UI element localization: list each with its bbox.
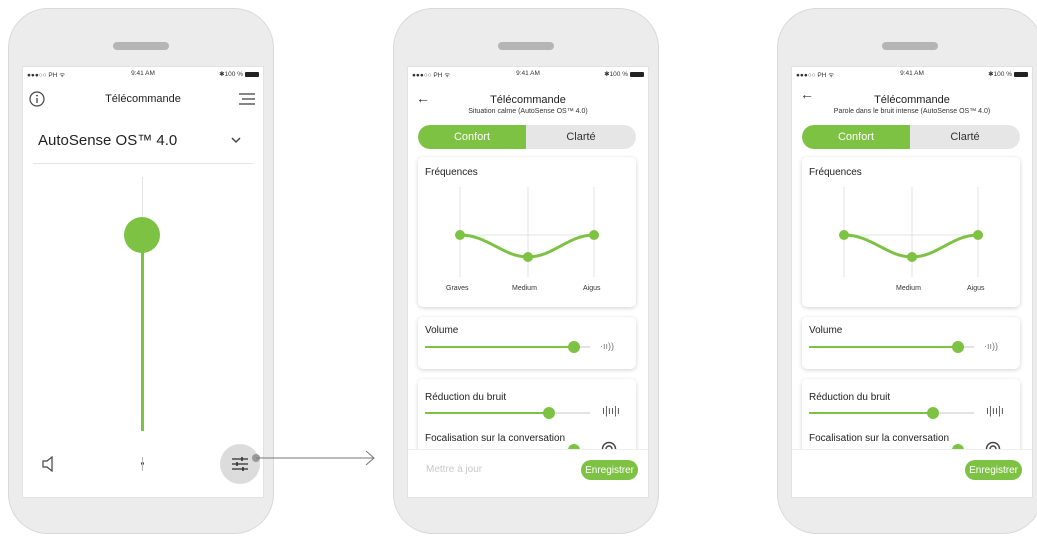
band-aigus: Aigus	[583, 285, 601, 292]
noise-icon: ı|ıı|ı	[602, 405, 620, 417]
page-subtitle: Situation calme (AutoSense OS™ 4.0)	[468, 108, 588, 115]
status-bar: ●●●○○ PH ᯤ 9:41 AM ✱100 %	[23, 70, 263, 80]
program-selector[interactable]: AutoSense OS™ 4.0	[33, 127, 253, 164]
save-button[interactable]: Enregistrer	[965, 460, 1022, 480]
screen: ●●●○○ PH ᯤ 9:41 AM ✱100 % ← Télécommande…	[791, 66, 1033, 498]
noise-slider[interactable]	[809, 407, 974, 419]
volume-label: Volume	[809, 325, 843, 336]
tab-clarte[interactable]: Clarté	[910, 125, 1020, 149]
phone-speaker	[498, 42, 554, 50]
save-button[interactable]: Enregistrer	[581, 460, 638, 480]
battery-icon	[245, 71, 259, 77]
battery-text: ✱100 %	[604, 71, 628, 78]
noise-label: Réduction du bruit	[809, 392, 891, 403]
focus-label: Focalisation sur la conversation	[425, 433, 566, 444]
flow-arrow	[252, 450, 375, 466]
battery-status: ✱100 %	[604, 70, 644, 78]
volume-card: Volume ·ıı))	[418, 317, 636, 369]
bottom-bar: Enregistrer	[792, 449, 1032, 497]
frequency-card: Fréquences Medium Aigus	[802, 157, 1020, 307]
volume-slider[interactable]	[425, 341, 590, 353]
chevron-down-icon	[231, 137, 241, 144]
nav-bar: ← Télécommande Situation calme (AutoSens…	[408, 85, 648, 115]
band-aigus: Aigus	[967, 285, 985, 292]
noise-card: Réduction du bruit ı|ıı|ı Focalisation s…	[418, 379, 636, 459]
phone-speaker	[113, 42, 169, 50]
volume-slider-knob[interactable]	[951, 341, 964, 353]
battery-status: ✱100 %	[219, 70, 259, 78]
volume-track[interactable]	[141, 239, 144, 431]
loudness-icon: ·ıı))	[984, 341, 998, 351]
band-medium: Medium	[896, 285, 921, 292]
tab-clarte[interactable]: Clarté	[526, 125, 636, 149]
volume-knob[interactable]	[124, 217, 160, 253]
mode-toggle: Confort Clarté	[802, 125, 1020, 149]
noise-card: Réduction du bruit ı|ıı|ı Focalisation s…	[802, 379, 1020, 459]
battery-status: ✱100 %	[988, 70, 1028, 78]
volume-label: Volume	[425, 325, 459, 336]
battery-icon	[630, 71, 644, 77]
screen: ●●●○○ PH ᯤ 9:41 AM ✱100 % Télécommande A…	[22, 66, 264, 498]
page-title: Télécommande	[105, 93, 181, 105]
phone-remote-control: ●●●○○ PH ᯤ 9:41 AM ✱100 % Télécommande A…	[8, 8, 274, 534]
phone-speaker	[882, 42, 938, 50]
bottom-bar: Mettre à jour Enregistrer	[408, 449, 648, 497]
tab-confort[interactable]: Confort	[802, 125, 910, 149]
nav-bar: ← Télécommande Parole dans le bruit inte…	[792, 85, 1032, 115]
phone-adjust-quiet: ●●●○○ PH ᯤ 9:41 AM ✱100 % ← Télécommande…	[393, 8, 659, 534]
noise-slider-knob[interactable]	[542, 407, 555, 419]
volume-card: Volume ·ıı))	[802, 317, 1020, 369]
frequency-card: Fréquences Graves Medium Aigus	[418, 157, 636, 307]
volume-slider[interactable]	[809, 341, 974, 353]
tab-confort[interactable]: Confort	[418, 125, 526, 149]
speaker-icon[interactable]	[41, 456, 55, 472]
program-name: AutoSense OS™ 4.0	[38, 132, 178, 149]
mode-toggle: Confort Clarté	[418, 125, 636, 149]
noise-label: Réduction du bruit	[425, 392, 507, 403]
battery-icon	[1014, 71, 1028, 77]
volume-slider-knob[interactable]	[567, 341, 580, 353]
status-bar: ●●●○○ PH ᯤ 9:41 AM ✱100 %	[792, 70, 1032, 80]
noise-slider-knob[interactable]	[926, 407, 939, 419]
screen: ●●●○○ PH ᯤ 9:41 AM ✱100 % ← Télécommande…	[407, 66, 649, 498]
update-button[interactable]: Mettre à jour	[426, 464, 482, 475]
sliders-icon	[232, 457, 248, 471]
loudness-icon: ·ıı))	[600, 341, 614, 351]
menu-icon[interactable]	[239, 93, 255, 105]
balance-dot-icon	[141, 457, 144, 471]
battery-text: ✱100 %	[219, 71, 243, 78]
page-title: Télécommande	[874, 94, 950, 106]
page-subtitle: Parole dans le bruit intense (AutoSense …	[833, 108, 991, 115]
noise-icon: ı|ıı|ı	[986, 405, 1004, 417]
focus-label: Focalisation sur la conversation	[809, 433, 950, 444]
nav-bar: Télécommande	[23, 85, 263, 115]
phone-adjust-noisy: ●●●○○ PH ᯤ 9:41 AM ✱100 % ← Télécommande…	[777, 8, 1037, 534]
band-graves: Graves	[446, 285, 469, 292]
band-medium: Medium	[512, 285, 537, 292]
status-bar: ●●●○○ PH ᯤ 9:41 AM ✱100 %	[408, 70, 648, 80]
noise-slider[interactable]	[425, 407, 590, 419]
battery-text: ✱100 %	[988, 71, 1012, 78]
page-title: Télécommande	[490, 94, 566, 106]
